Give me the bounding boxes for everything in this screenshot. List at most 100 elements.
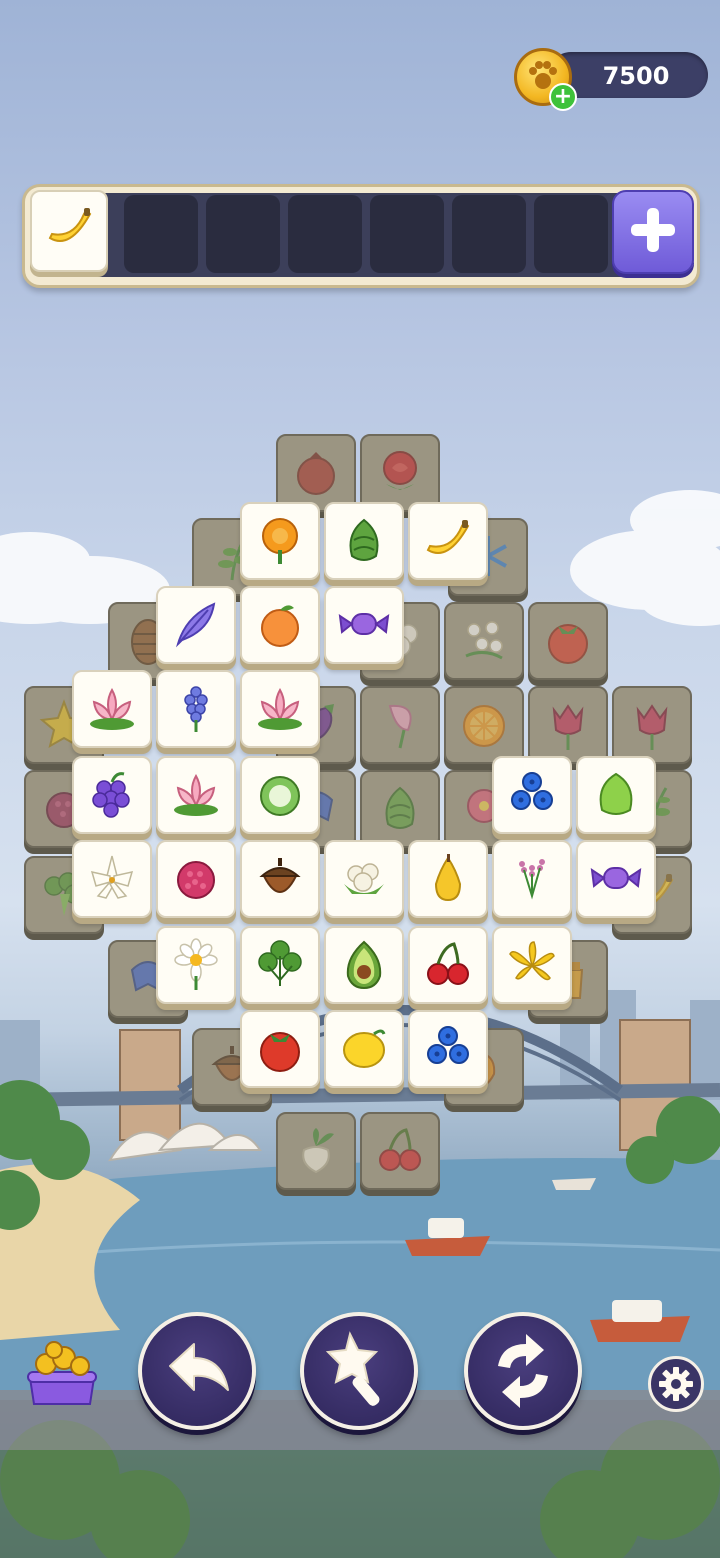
tray-slot [452, 195, 526, 273]
magic-wand-button[interactable] [300, 1312, 418, 1430]
tile-radish [276, 1112, 356, 1190]
tile-lavender[interactable] [492, 840, 572, 918]
tile-cauliflower[interactable] [324, 840, 404, 918]
lotus-icon [257, 689, 303, 731]
tile-tulip [528, 686, 608, 764]
tile-cherries[interactable] [408, 926, 488, 1004]
blueberries-icon [511, 772, 553, 810]
radish-icon [302, 1127, 335, 1173]
marigold-icon [262, 518, 298, 565]
tile-lemon[interactable] [324, 1010, 404, 1088]
peach-icon [261, 604, 299, 647]
tray-tile-banana [30, 190, 108, 272]
candy-icon [591, 867, 641, 889]
tile-blueberries[interactable] [492, 756, 572, 834]
tile-lotus[interactable] [72, 670, 152, 748]
tile-parsley[interactable] [240, 926, 320, 1004]
coin-pot-icon [27, 1341, 97, 1405]
cherries-icon [378, 1128, 422, 1172]
tile-daisy[interactable] [156, 926, 236, 1004]
feather-icon [177, 603, 215, 645]
settings-button[interactable] [648, 1356, 704, 1412]
tile-avocado[interactable] [324, 926, 404, 1004]
tile-marigold[interactable] [240, 502, 320, 580]
tile-calla-lily [360, 686, 440, 764]
add-coins-button[interactable]: + [549, 83, 577, 111]
cherries-icon [426, 942, 470, 986]
ylang-ylang-icon [509, 941, 555, 981]
tile-rose [360, 434, 440, 512]
gear-icon [659, 1367, 693, 1401]
lotus-icon [173, 775, 219, 817]
tray-slot [124, 195, 198, 273]
tile-ylang-ylang[interactable] [492, 926, 572, 1004]
lemon-icon [342, 1029, 386, 1069]
hyacinth-icon [183, 685, 209, 734]
coin-shop-button[interactable] [24, 1338, 100, 1410]
candy-icon [339, 613, 389, 635]
tile-blueberries[interactable] [408, 1010, 488, 1088]
avocado-icon [346, 941, 382, 989]
tomato-icon [260, 1032, 300, 1072]
tile-lily[interactable] [72, 840, 152, 918]
raspberry-icon [177, 861, 215, 899]
magic-wand-icon [325, 1331, 380, 1406]
tile-artichoke [360, 770, 440, 848]
tile-candy[interactable] [324, 586, 404, 664]
rose-icon [383, 451, 417, 491]
tile-chayote[interactable] [576, 756, 656, 834]
tile-jasmine [444, 602, 524, 680]
tile-pomegranate [276, 434, 356, 512]
shuffle-button[interactable] [464, 1312, 582, 1430]
blueberries-icon [427, 1026, 469, 1064]
tile-lotus[interactable] [156, 756, 236, 834]
tile-pear[interactable] [408, 840, 488, 918]
tile-candy[interactable] [576, 840, 656, 918]
jasmine-icon [464, 620, 504, 660]
tile-orange [444, 686, 524, 764]
banana-icon [427, 519, 469, 554]
tile-raspberry[interactable] [156, 840, 236, 918]
daisy-icon [173, 937, 219, 992]
calla-lily-icon [388, 704, 413, 750]
tile-tulip [612, 686, 692, 764]
orange-icon [463, 705, 505, 747]
banana-icon [48, 208, 92, 242]
coin-amount: 7500 [602, 62, 670, 90]
tile-lotus[interactable] [240, 670, 320, 748]
tile-coconut[interactable] [240, 756, 320, 834]
tray-slot [288, 195, 362, 273]
lavender-icon [518, 858, 546, 897]
tile-tomato[interactable] [240, 1010, 320, 1088]
artichoke-icon [349, 519, 379, 561]
tile-banana[interactable] [408, 502, 488, 580]
tray-slot [206, 195, 280, 273]
cauliflower-icon [343, 863, 385, 895]
artichoke-icon [385, 787, 415, 829]
acorn-icon [261, 857, 299, 893]
coconut-icon [260, 776, 300, 816]
add-slot-button[interactable] [612, 190, 694, 274]
tile-hyacinth[interactable] [156, 670, 236, 748]
tray-slot [370, 195, 444, 273]
tile-acorn[interactable] [240, 840, 320, 918]
tulip-icon [552, 704, 584, 752]
tile-artichoke[interactable] [324, 502, 404, 580]
tomato-icon [548, 624, 588, 664]
parsley-icon [258, 940, 302, 987]
lily-icon [91, 855, 133, 899]
lotus-icon [89, 689, 135, 731]
tile-peach[interactable] [240, 586, 320, 664]
chayote-icon [599, 773, 633, 815]
pomegranate-icon [297, 451, 335, 495]
undo-button[interactable] [138, 1312, 256, 1430]
grapes-icon [91, 772, 131, 819]
pear-icon [435, 853, 461, 901]
tulip-icon [636, 704, 668, 752]
tray-slot [534, 195, 608, 273]
tile-feather[interactable] [156, 586, 236, 664]
plus-icon [631, 208, 675, 252]
tile-grapes[interactable] [72, 756, 152, 834]
tile-cherries [360, 1112, 440, 1190]
undo-arrow-icon [169, 1343, 229, 1391]
